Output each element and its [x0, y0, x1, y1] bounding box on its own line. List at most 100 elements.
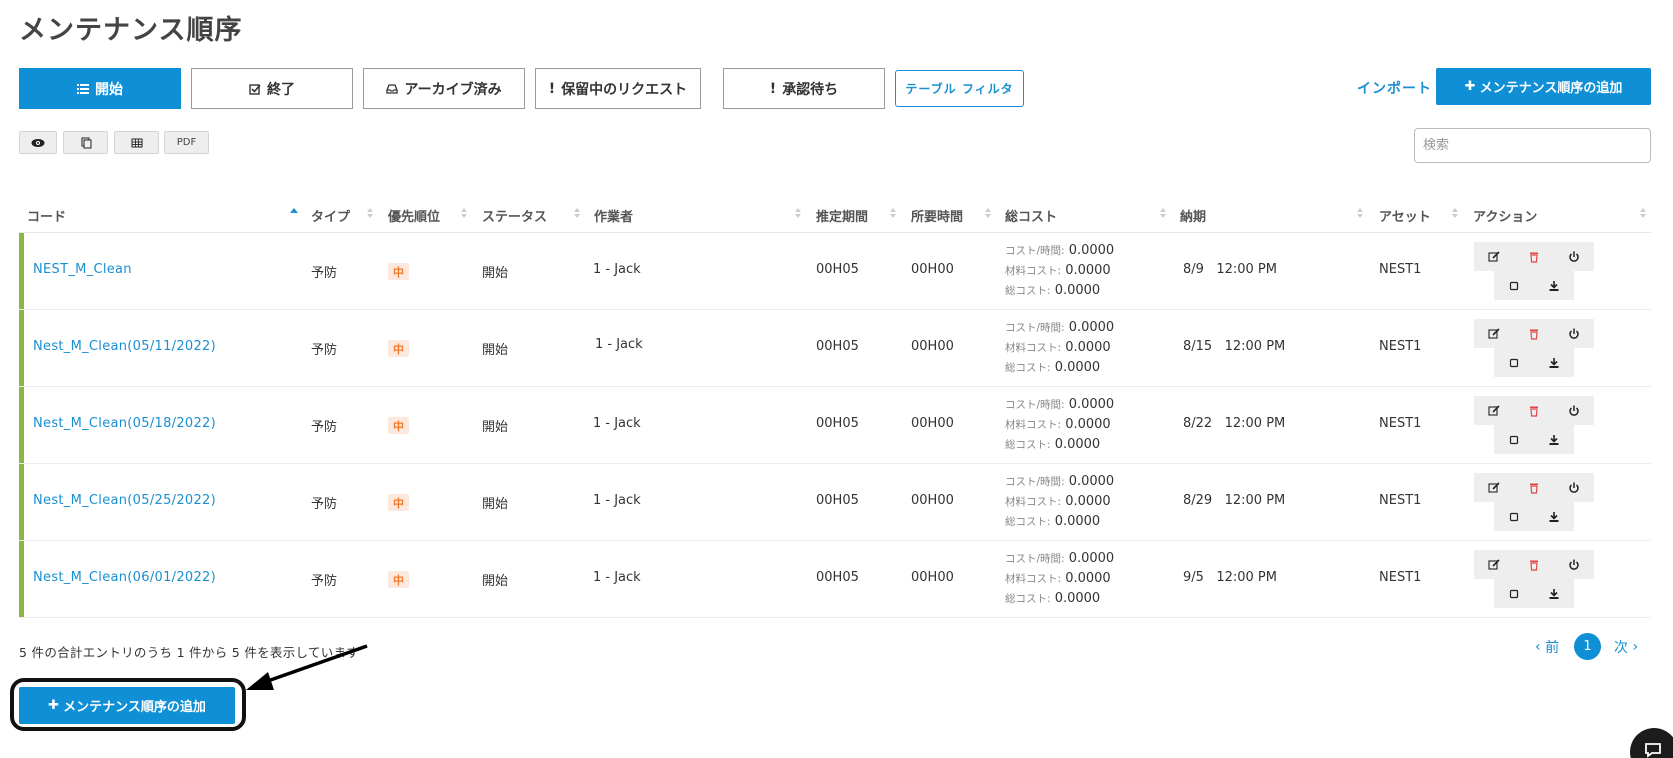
- table-icon: [130, 137, 143, 148]
- chat-widget-button[interactable]: [1630, 728, 1673, 758]
- select-checkbox[interactable]: [1494, 579, 1534, 608]
- due-date-day: 8/29: [1183, 493, 1213, 508]
- order-code-link[interactable]: Nest_M_Clean(06/01/2022): [33, 570, 216, 585]
- edit-button[interactable]: [1474, 473, 1514, 502]
- select-checkbox[interactable]: [1494, 348, 1534, 377]
- sort-icon[interactable]: [366, 206, 374, 220]
- asset-name: NEST1: [1379, 262, 1422, 277]
- table-filter-button[interactable]: テーブル フィルタ: [895, 70, 1024, 107]
- exclamation-icon: !: [548, 80, 556, 97]
- edit-button[interactable]: [1474, 550, 1514, 579]
- sort-icon[interactable]: [794, 206, 802, 220]
- select-checkbox[interactable]: [1494, 425, 1534, 454]
- sort-icon[interactable]: [984, 206, 992, 220]
- order-type: 予防: [311, 497, 338, 512]
- power-icon: [1569, 251, 1579, 262]
- sort-icon[interactable]: [460, 206, 468, 220]
- sort-asc-icon[interactable]: [290, 206, 298, 220]
- order-code-link[interactable]: Nest_M_Clean(05/11/2022): [33, 339, 216, 354]
- tab-archived[interactable]: アーカイブ済み: [363, 68, 525, 109]
- order-code-link[interactable]: NEST_M_Clean: [33, 262, 132, 277]
- elapsed-time: 00H00: [911, 339, 954, 354]
- delete-button[interactable]: [1514, 242, 1554, 271]
- col-header-due-date[interactable]: 納期: [1180, 204, 1206, 226]
- col-header-estimated[interactable]: 推定期間: [816, 204, 868, 226]
- col-header-status[interactable]: ステータス: [482, 204, 547, 226]
- due-date-day: 8/22: [1183, 416, 1213, 431]
- estimated-duration: 00H05: [816, 570, 859, 585]
- download-button[interactable]: [1534, 502, 1574, 531]
- sort-icon[interactable]: [889, 206, 897, 220]
- sort-icon[interactable]: [1639, 206, 1647, 220]
- estimated-duration: 00H05: [816, 416, 859, 431]
- add-maintenance-order-button-bottom[interactable]: ✚ メンテナンス順序の追加: [19, 687, 235, 724]
- power-button[interactable]: [1554, 319, 1594, 348]
- next-page-label: 次: [1614, 639, 1628, 656]
- prev-page-link[interactable]: ‹ 前: [1535, 633, 1559, 660]
- col-header-worker[interactable]: 作業者: [594, 204, 633, 226]
- col-header-asset[interactable]: アセット: [1379, 204, 1431, 226]
- power-button[interactable]: [1554, 473, 1594, 502]
- order-type: 予防: [311, 574, 338, 589]
- total-cost-value: 0.0000: [1054, 514, 1101, 529]
- tab-pending-requests[interactable]: ! 保留中のリクエスト: [535, 68, 701, 109]
- column-visibility-button[interactable]: [19, 131, 57, 154]
- add-maintenance-order-button[interactable]: ✚ メンテナンス順序の追加: [1436, 68, 1651, 105]
- priority-badge: 中: [388, 263, 409, 280]
- tab-open-label: 開始: [95, 81, 123, 98]
- sort-icon[interactable]: [573, 206, 581, 220]
- select-checkbox[interactable]: [1494, 502, 1534, 531]
- order-code-link[interactable]: Nest_M_Clean(05/18/2022): [33, 416, 216, 431]
- delete-button[interactable]: [1514, 550, 1554, 579]
- col-header-priority[interactable]: 優先順位: [388, 204, 440, 226]
- search-input[interactable]: [1414, 128, 1651, 163]
- tab-closed[interactable]: 終了: [191, 68, 353, 109]
- select-checkbox[interactable]: [1494, 271, 1534, 300]
- add-maintenance-order-label: メンテナンス順序の追加: [1479, 81, 1623, 96]
- order-code-link[interactable]: Nest_M_Clean(05/25/2022): [33, 493, 216, 508]
- download-button[interactable]: [1534, 348, 1574, 377]
- sort-icon[interactable]: [1356, 206, 1364, 220]
- trash-icon: [1530, 329, 1538, 340]
- col-header-elapsed[interactable]: 所要時間: [911, 204, 963, 226]
- delete-button[interactable]: [1514, 319, 1554, 348]
- order-status: 開始: [482, 266, 509, 281]
- sort-icon[interactable]: [1451, 206, 1459, 220]
- copy-icon: [80, 136, 92, 149]
- excel-export-button[interactable]: [114, 131, 159, 154]
- col-header-code[interactable]: コード: [27, 204, 66, 226]
- order-status: 開始: [482, 343, 509, 358]
- sort-icon[interactable]: [1159, 206, 1167, 220]
- col-header-type[interactable]: タイプ: [311, 204, 350, 226]
- add-maintenance-order-label: メンテナンス順序の追加: [63, 700, 206, 715]
- power-button[interactable]: [1554, 550, 1594, 579]
- copy-button[interactable]: [63, 131, 108, 154]
- download-button[interactable]: [1534, 271, 1574, 300]
- delete-button[interactable]: [1514, 396, 1554, 425]
- tab-closed-label: 終了: [267, 81, 295, 98]
- power-button[interactable]: [1554, 396, 1594, 425]
- power-icon: [1569, 328, 1579, 339]
- delete-button[interactable]: [1514, 473, 1554, 502]
- pdf-export-button[interactable]: PDF: [164, 131, 209, 154]
- col-header-actions[interactable]: アクション: [1473, 204, 1537, 226]
- next-page-link[interactable]: 次 ›: [1614, 633, 1638, 660]
- prev-page-label: 前: [1545, 639, 1560, 656]
- material-cost-label: 材料コスト:: [1005, 573, 1062, 585]
- material-cost-label: 材料コスト:: [1005, 419, 1062, 431]
- tab-open[interactable]: 開始: [19, 68, 181, 109]
- page-number-current[interactable]: 1: [1574, 633, 1601, 660]
- col-header-total-cost[interactable]: 総コスト: [1005, 204, 1057, 226]
- checkbox-icon: [1509, 435, 1519, 444]
- edit-button[interactable]: [1474, 242, 1514, 271]
- table-row: NEST_M_Clean 予防 中 開始 1 - Jack 00H05 00H0…: [19, 233, 1651, 310]
- import-link[interactable]: インポート: [1357, 78, 1432, 98]
- download-button[interactable]: [1534, 425, 1574, 454]
- priority-badge: 中: [388, 340, 409, 357]
- edit-button[interactable]: [1474, 396, 1514, 425]
- power-button[interactable]: [1554, 242, 1594, 271]
- tab-awaiting-approval[interactable]: ! 承認待ち: [723, 68, 885, 109]
- priority-badge: 中: [388, 494, 409, 511]
- download-button[interactable]: [1534, 579, 1574, 608]
- edit-button[interactable]: [1474, 319, 1514, 348]
